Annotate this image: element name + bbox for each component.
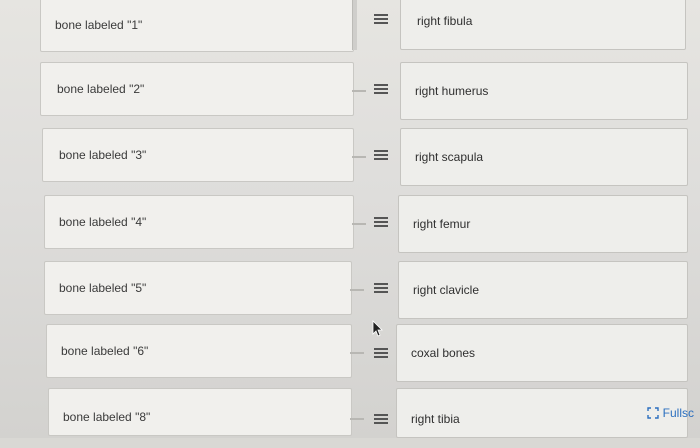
answer-card-right-clavicle[interactable]: right clavicle [398,261,688,319]
drag-handle-icon[interactable] [374,84,388,96]
answer-card-right-humerus[interactable]: right humerus [400,62,688,120]
fullscreen-button[interactable]: Fullsc [643,402,700,424]
left-item-label: bone labeled "2" [57,82,145,96]
answer-card-right-fibula[interactable]: right fibula [400,0,686,50]
left-item-label: bone labeled "8" [63,410,151,424]
left-item-label: bone labeled "6" [61,344,149,358]
match-row: bone labeled "5" right clavicle [0,261,700,321]
match-row: bone labeled "4" right femur [0,195,700,255]
match-row: bone labeled "3" right scapula [0,128,700,188]
left-item-bone-8[interactable]: bone labeled "8" [48,388,352,436]
fullscreen-icon [646,407,659,419]
match-row: bone labeled "6" coxal bones [0,324,700,384]
drag-handle-icon[interactable] [374,414,388,426]
connector-line [352,223,366,225]
answer-card-right-femur[interactable]: right femur [398,195,688,253]
drag-handle-icon[interactable] [374,283,388,295]
answer-label: right clavicle [413,283,480,297]
answer-card-coxal-bones[interactable]: coxal bones [396,324,688,382]
answer-label: right femur [413,217,471,231]
drag-handle-icon[interactable] [374,14,388,26]
drag-handle-icon[interactable] [374,150,388,162]
left-item-bone-3[interactable]: bone labeled "3" [42,128,354,182]
answer-label: coxal bones [411,346,476,360]
answer-label: right tibia [411,412,460,426]
connector-line [352,156,366,158]
left-item-label: bone labeled "5" [59,281,147,295]
connector-bar [352,0,357,50]
left-item-bone-1[interactable]: bone labeled "1" [40,0,354,52]
left-item-bone-5[interactable]: bone labeled "5" [44,261,352,315]
left-item-label: bone labeled "3" [59,148,147,162]
connector-line [352,90,366,92]
answer-label: right fibula [417,14,473,28]
answer-label: right scapula [415,150,484,164]
left-item-bone-6[interactable]: bone labeled "6" [46,324,352,378]
connector-line [350,418,364,420]
drag-handle-icon[interactable] [374,217,388,229]
match-row: bone labeled "8" right tibia [0,388,700,448]
connector-line [350,352,364,354]
answer-card-right-scapula[interactable]: right scapula [400,128,688,186]
left-item-bone-2[interactable]: bone labeled "2" [40,62,354,116]
match-row: bone labeled "1" right fibula [0,0,700,60]
matching-question-area: bone labeled "1" right fibula bone label… [0,0,700,438]
connector-line [350,289,364,291]
left-item-bone-4[interactable]: bone labeled "4" [44,195,354,249]
drag-handle-icon[interactable] [374,348,388,360]
left-item-label: bone labeled "4" [59,215,147,229]
fullscreen-label: Fullsc [662,406,694,420]
match-row: bone labeled "2" right humerus [0,62,700,122]
pointer-cursor-icon [372,320,384,338]
answer-label: right humerus [415,84,489,98]
left-item-label: bone labeled "1" [55,18,143,32]
